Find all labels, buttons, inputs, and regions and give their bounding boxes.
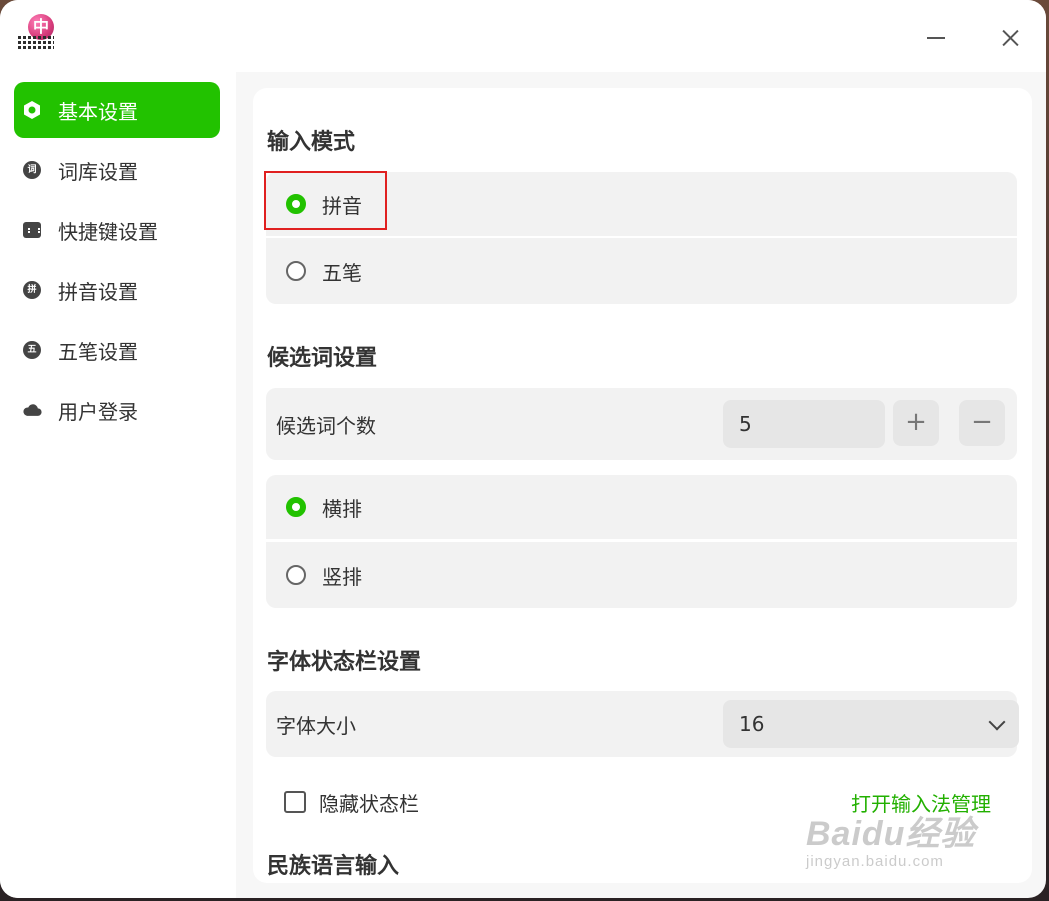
candidate-count-label: 候选词个数: [276, 413, 376, 438]
titlebar: 中: [0, 0, 1046, 72]
sidebar-item-label: 拼音设置: [58, 279, 138, 304]
sidebar-item-label: 快捷键设置: [58, 219, 158, 244]
sidebar-item-label: 词库设置: [58, 159, 138, 184]
sidebar-item-label: 五笔设置: [58, 339, 138, 364]
radio-label: 横排: [322, 496, 362, 521]
app-logo-icon: 中: [16, 14, 56, 54]
watermark-main: Baidu经验: [806, 815, 976, 853]
sidebar-item-basic-settings[interactable]: 基本设置: [14, 82, 220, 138]
section-title-candidate: 候选词设置: [267, 346, 378, 371]
radio-checked-icon[interactable]: [286, 497, 306, 517]
dict-icon-glyph: 词: [23, 161, 41, 179]
dict-icon: 词: [22, 160, 42, 180]
app-window: 中 基本设置 词 词库设置 快捷键设置 拼 拼音设置 五 五笔设置 用户登录 输…: [0, 0, 1046, 898]
radio-checked-icon[interactable]: [286, 194, 306, 214]
radio-option-wubi[interactable]: 五笔: [266, 238, 1017, 304]
settings-panel: 输入模式 拼音 五笔 候选词设置 候选词个数 5 + − 横排 竖排 字体状态栏…: [253, 88, 1032, 883]
watermark-sub: jingyan.baidu.com: [806, 853, 944, 870]
sidebar-item-label: 用户登录: [58, 399, 138, 424]
font-size-select[interactable]: 16: [723, 700, 1019, 748]
sidebar-item-dictionary-settings[interactable]: 词 词库设置: [14, 142, 220, 198]
radio-option-horizontal[interactable]: 横排: [266, 475, 1017, 539]
logo-keyboard: [18, 36, 54, 50]
sidebar: 基本设置 词 词库设置 快捷键设置 拼 拼音设置 五 五笔设置 用户登录: [0, 72, 236, 898]
keyboard-icon: [22, 220, 42, 240]
hide-status-label: 隐藏状态栏: [319, 792, 419, 816]
radio-label: 拼音: [322, 193, 362, 218]
radio-unchecked-icon[interactable]: [286, 261, 306, 281]
radio-label: 竖排: [322, 564, 362, 589]
radio-option-vertical[interactable]: 竖排: [266, 542, 1017, 608]
hexagon-icon: [22, 100, 42, 120]
decrement-button[interactable]: −: [959, 400, 1005, 446]
sidebar-item-wubi-settings[interactable]: 五 五笔设置: [14, 322, 220, 378]
section-title-font-status: 字体状态栏设置: [267, 650, 422, 675]
wubi-icon: 五: [22, 340, 42, 360]
section-title-ethnic-input: 民族语言输入: [267, 854, 400, 879]
minimize-button[interactable]: [918, 20, 954, 56]
radio-unchecked-icon[interactable]: [286, 565, 306, 585]
chevron-down-icon: [988, 713, 1006, 731]
candidate-count-row: 候选词个数 5 + −: [266, 388, 1017, 460]
sidebar-item-user-login[interactable]: 用户登录: [14, 382, 220, 438]
font-size-row: 字体大小 16: [266, 691, 1019, 757]
sidebar-item-pinyin-settings[interactable]: 拼 拼音设置: [14, 262, 220, 318]
pinyin-icon-glyph: 拼: [23, 281, 41, 299]
hide-status-checkbox[interactable]: [284, 791, 306, 813]
cloud-icon: [22, 400, 42, 420]
sidebar-item-shortcut-settings[interactable]: 快捷键设置: [14, 202, 220, 258]
radio-option-pinyin[interactable]: 拼音: [266, 172, 1017, 236]
radio-label: 五笔: [322, 260, 362, 285]
font-size-value: 16: [739, 712, 765, 736]
pinyin-icon: 拼: [22, 280, 42, 300]
candidate-count-input[interactable]: 5: [723, 400, 885, 448]
font-size-label: 字体大小: [276, 713, 356, 738]
increment-button[interactable]: +: [893, 400, 939, 446]
wubi-icon-glyph: 五: [23, 341, 41, 359]
close-button[interactable]: [992, 20, 1028, 56]
section-title-input-mode: 输入模式: [267, 130, 356, 155]
watermark: Baidu经验 jingyan.baidu.com: [806, 806, 975, 870]
sidebar-item-label: 基本设置: [58, 99, 138, 124]
